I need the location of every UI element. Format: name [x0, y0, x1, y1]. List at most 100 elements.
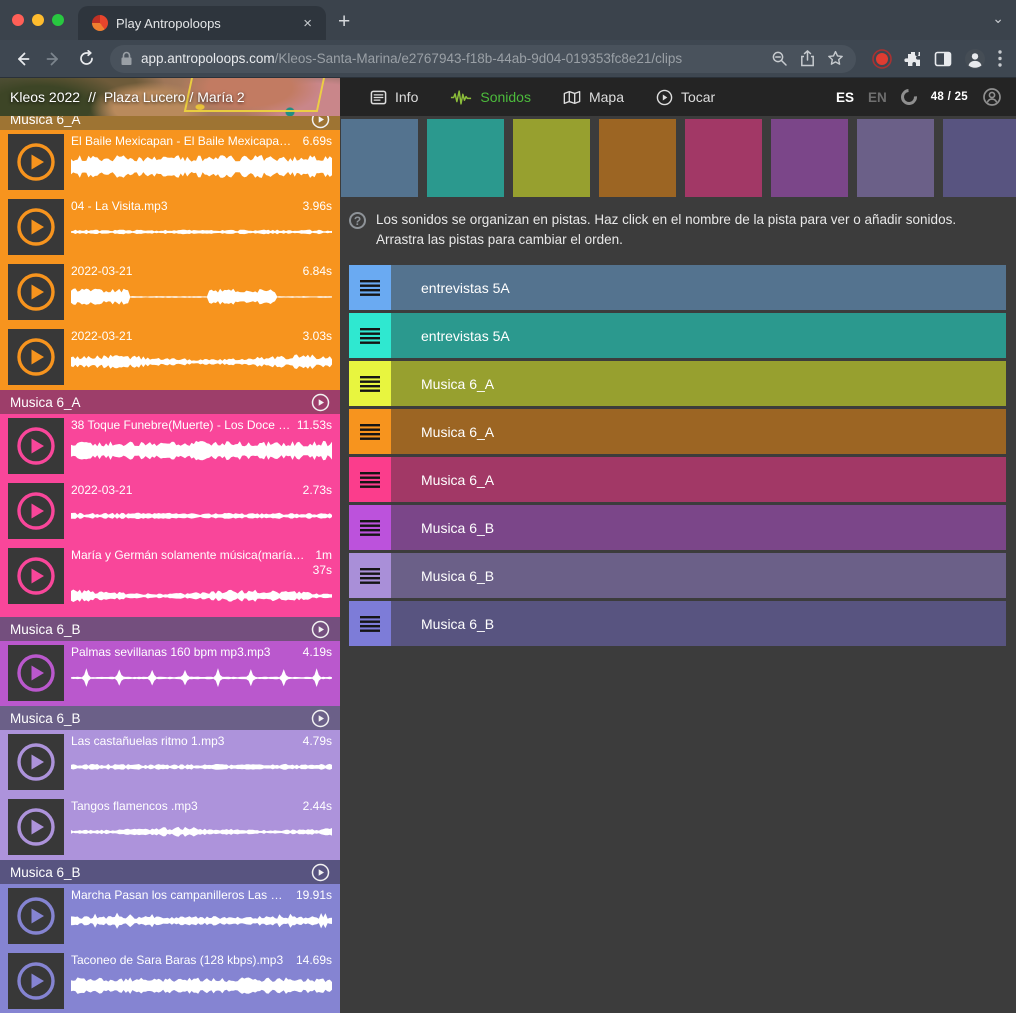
track-drag-handle[interactable] — [349, 553, 391, 598]
clip-play-button[interactable] — [8, 888, 64, 944]
track-row[interactable]: entrevistas 5A — [349, 265, 1006, 310]
track-color-swatch[interactable] — [771, 119, 848, 197]
track-color-swatch[interactable] — [341, 119, 418, 197]
help-banner: ? Los sonidos se organizan en pistas. Ha… — [340, 197, 1016, 260]
section-play-icon[interactable] — [311, 116, 330, 129]
clip-play-button[interactable] — [8, 483, 64, 539]
clip-play-button[interactable] — [8, 134, 64, 190]
profile-avatar[interactable] — [964, 48, 986, 70]
record-extension-icon[interactable] — [872, 49, 892, 69]
browser-menu-kebab-icon[interactable] — [998, 50, 1002, 67]
browser-tab[interactable]: Play Antropoloops × — [78, 6, 326, 40]
reload-button[interactable] — [72, 45, 100, 73]
new-tab-button[interactable]: + — [326, 10, 364, 40]
breadcrumb-project[interactable]: Kleos 2022 — [10, 89, 80, 105]
tracks-panel: ? Los sonidos se organizan en pistas. Ha… — [340, 116, 1016, 1013]
track-body[interactable]: entrevistas 5A — [391, 313, 1006, 358]
track-color-swatch[interactable] — [943, 119, 1016, 197]
clip-duration: 6.84s — [303, 264, 332, 279]
track-drag-handle[interactable] — [349, 313, 391, 358]
clip-play-button[interactable] — [8, 645, 64, 701]
track-row[interactable]: entrevistas 5A — [349, 313, 1006, 358]
track-drag-handle[interactable] — [349, 505, 391, 550]
track-label: Musica 6_A — [391, 376, 494, 392]
track-section-header[interactable]: Musica 6_B — [0, 860, 340, 884]
loading-spinner-icon — [897, 86, 920, 109]
audio-clip: 2022-03-21 6.84s — [0, 260, 340, 325]
track-color-swatch[interactable] — [513, 119, 590, 197]
track-body[interactable]: Musica 6_A — [391, 457, 1006, 502]
section-play-icon[interactable] — [311, 620, 330, 639]
track-row[interactable]: Musica 6_B — [349, 505, 1006, 550]
nav-item-info[interactable]: Info — [358, 83, 430, 112]
track-body[interactable]: Musica 6_B — [391, 505, 1006, 550]
track-body[interactable]: Musica 6_A — [391, 409, 1006, 454]
track-color-swatch[interactable] — [685, 119, 762, 197]
track-section-header[interactable]: Musica 6_B — [0, 617, 340, 641]
forward-button[interactable] — [40, 45, 68, 73]
back-button[interactable] — [8, 45, 36, 73]
play-icon — [15, 652, 57, 694]
nav-item-mapa[interactable]: Mapa — [551, 83, 636, 111]
track-color-swatch[interactable] — [857, 119, 934, 197]
track-section-title: Musica 6_A — [10, 395, 81, 410]
nav-item-sonidos[interactable]: Sonidos — [438, 83, 543, 111]
section-play-icon[interactable] — [311, 709, 330, 728]
track-row[interactable]: Musica 6_A — [349, 409, 1006, 454]
track-body[interactable]: Musica 6_B — [391, 553, 1006, 598]
clip-play-button[interactable] — [8, 953, 64, 1009]
zoom-out-icon[interactable] — [771, 50, 788, 67]
play-icon — [15, 425, 57, 467]
clip-play-button[interactable] — [8, 264, 64, 320]
track-drag-handle[interactable] — [349, 361, 391, 406]
clip-play-button[interactable] — [8, 548, 64, 604]
breadcrumb[interactable]: Kleos 2022 // Plaza Lucero / María 2 — [10, 78, 245, 116]
nav-item-tocar[interactable]: Tocar — [644, 83, 727, 112]
track-section-header[interactable]: Musica 6_A — [0, 116, 340, 130]
clip-main: El Baile Mexicapan - El Baile Mexicapan.… — [64, 134, 332, 195]
track-body[interactable]: Musica 6_A — [391, 361, 1006, 406]
section-play-icon[interactable] — [311, 393, 330, 412]
side-panel-icon[interactable] — [934, 50, 952, 68]
track-row[interactable]: Musica 6_A — [349, 457, 1006, 502]
track-row[interactable]: Musica 6_B — [349, 601, 1006, 646]
nav-right-controls: ES EN 48 / 25 — [836, 87, 1016, 107]
clip-play-button[interactable] — [8, 329, 64, 385]
drag-handle-icon — [360, 616, 380, 632]
track-color-swatch[interactable] — [427, 119, 504, 197]
track-row[interactable]: Musica 6_B — [349, 553, 1006, 598]
track-section-header[interactable]: Musica 6_A — [0, 390, 340, 414]
drag-handle-icon — [360, 520, 380, 536]
clip-duration: 2.73s — [303, 483, 332, 498]
share-icon[interactable] — [800, 50, 815, 67]
clip-play-button[interactable] — [8, 734, 64, 790]
track-body[interactable]: Musica 6_B — [391, 601, 1006, 646]
section-play-icon[interactable] — [311, 863, 330, 882]
minimize-window-button[interactable] — [32, 14, 44, 26]
track-body[interactable]: entrevistas 5A — [391, 265, 1006, 310]
site-favicon — [92, 15, 108, 31]
lang-en-button[interactable]: EN — [868, 90, 887, 105]
close-window-button[interactable] — [12, 14, 24, 26]
section-clips: Marcha Pasan los campanilleros Las Mejor… — [0, 884, 340, 1013]
track-color-swatch[interactable] — [599, 119, 676, 197]
tab-close-icon[interactable]: × — [299, 14, 316, 33]
clip-play-button[interactable] — [8, 418, 64, 474]
account-icon[interactable] — [982, 87, 1002, 107]
track-section-header[interactable]: Musica 6_B — [0, 706, 340, 730]
tab-search-chevron-icon[interactable]: ⌄ — [992, 10, 1004, 27]
app-nav-items: Info Sonidos Mapa Tocar — [340, 83, 836, 112]
help-question-icon[interactable]: ? — [349, 212, 366, 229]
track-drag-handle[interactable] — [349, 601, 391, 646]
track-drag-handle[interactable] — [349, 265, 391, 310]
track-drag-handle[interactable] — [349, 409, 391, 454]
track-drag-handle[interactable] — [349, 457, 391, 502]
bookmark-star-icon[interactable] — [827, 50, 844, 67]
lang-es-button[interactable]: ES — [836, 90, 854, 105]
clip-play-button[interactable] — [8, 199, 64, 255]
track-row[interactable]: Musica 6_A — [349, 361, 1006, 406]
extensions-puzzle-icon[interactable] — [904, 50, 922, 68]
clip-play-button[interactable] — [8, 799, 64, 855]
address-bar[interactable]: app.antropoloops.com/Kleos-Santa-Marina/… — [110, 45, 856, 73]
zoom-window-button[interactable] — [52, 14, 64, 26]
